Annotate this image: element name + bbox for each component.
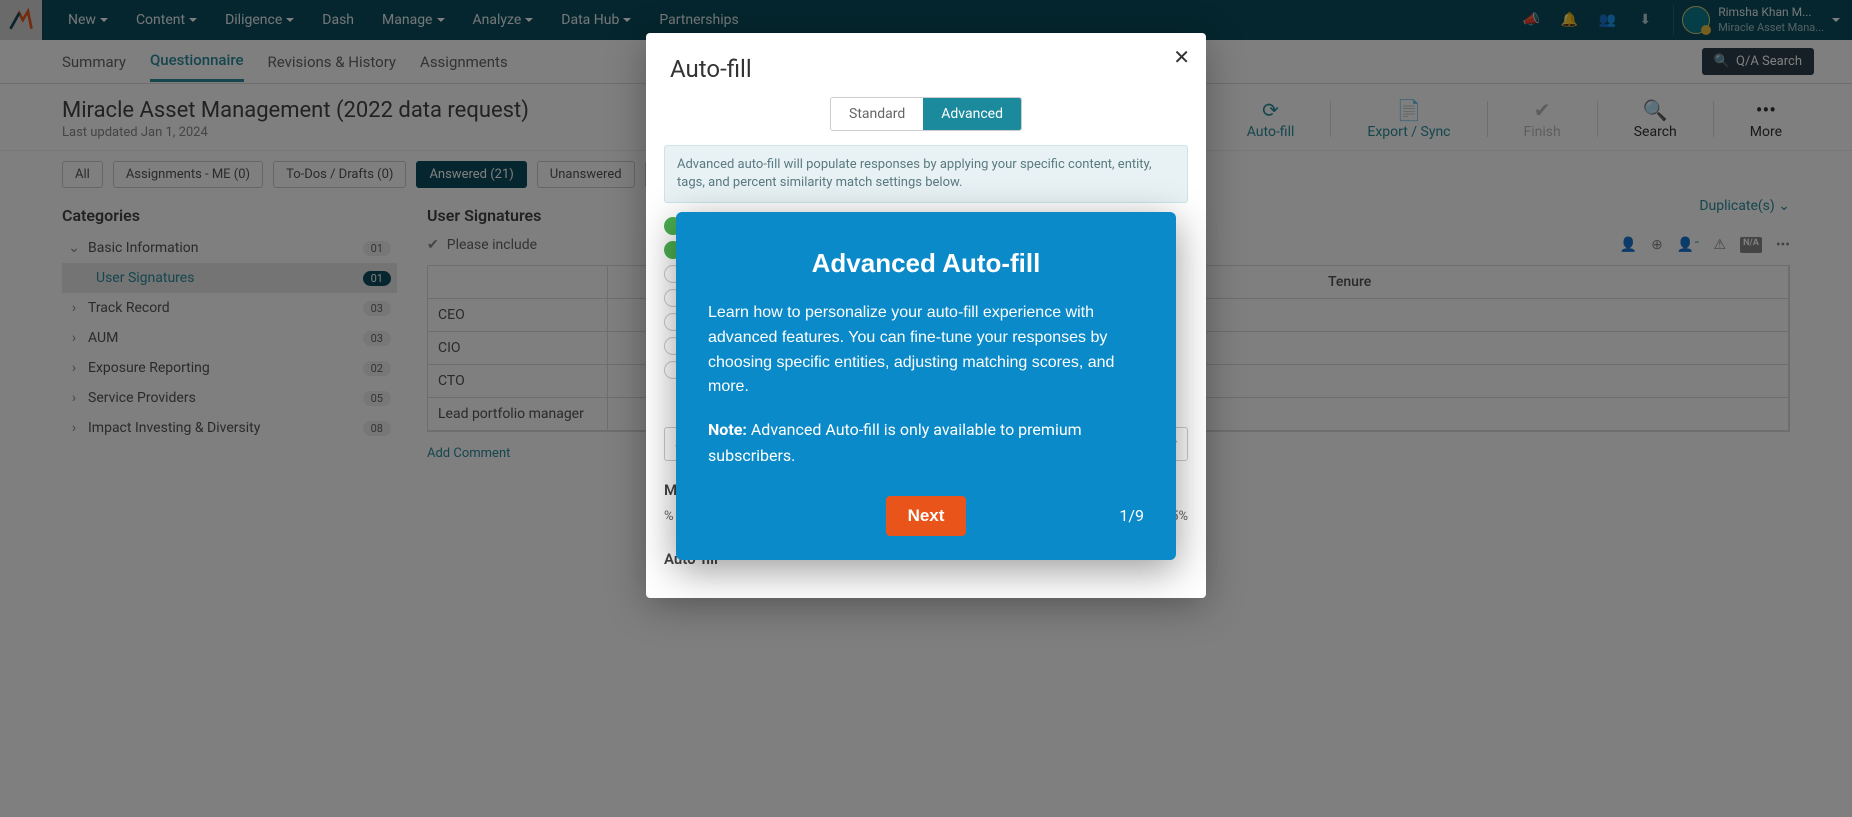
tab-advanced[interactable]: Advanced	[923, 98, 1021, 130]
tab-standard[interactable]: Standard	[831, 98, 923, 130]
info-banner: Advanced auto-fill will populate respons…	[664, 145, 1188, 203]
modal-tabs: Standard Advanced	[830, 97, 1022, 131]
step-indicator: 1/9	[1119, 506, 1144, 525]
next-button[interactable]: Next	[886, 496, 967, 536]
tour-note: Note: Advanced Auto-fill is only availab…	[708, 418, 1144, 470]
tour-popup: Advanced Auto-fill Learn how to personal…	[676, 212, 1176, 560]
tour-body: Learn how to personalize your auto-fill …	[708, 301, 1144, 400]
modal-title: Auto-fill	[646, 33, 1206, 97]
close-icon[interactable]: ✕	[1173, 45, 1190, 69]
tour-title: Advanced Auto-fill	[708, 248, 1144, 279]
